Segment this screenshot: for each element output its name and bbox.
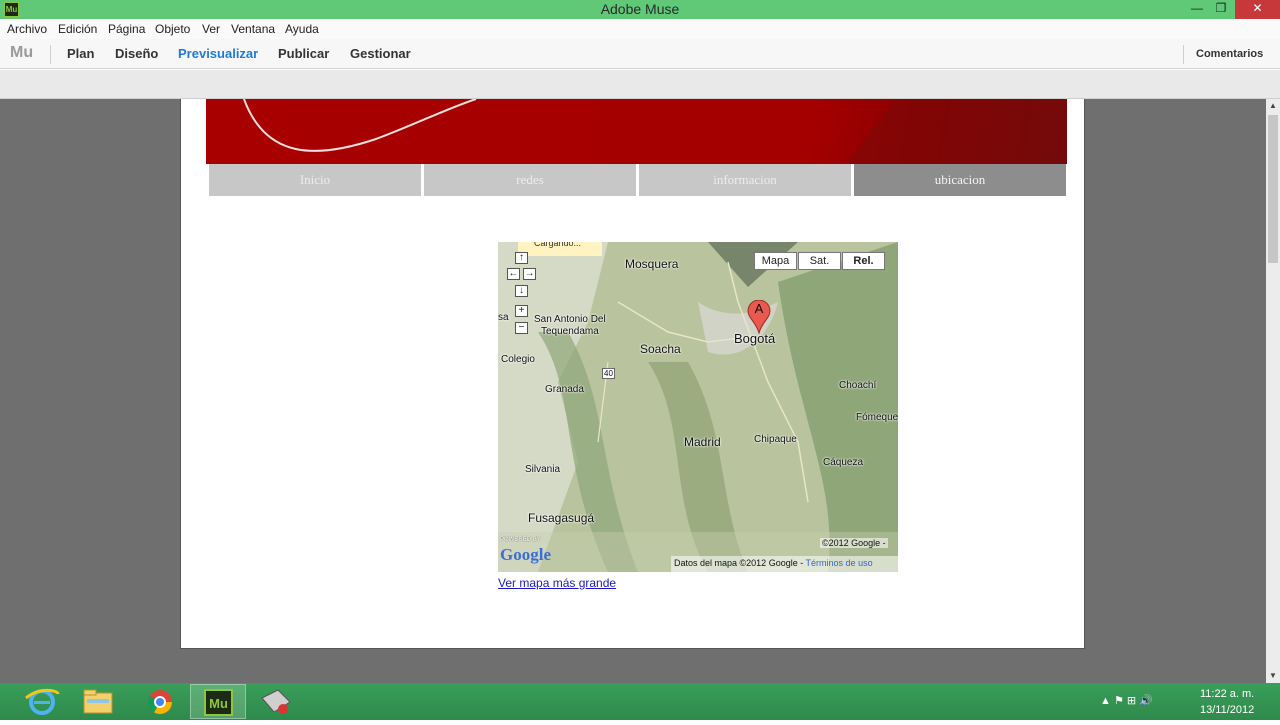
- folder-icon: [83, 689, 113, 714]
- map-loading-indicator: Cargando...: [518, 242, 602, 256]
- close-button[interactable]: ✕: [1235, 0, 1280, 19]
- muse-logo: Mu: [10, 44, 34, 61]
- google-logo[interactable]: Google: [500, 545, 551, 565]
- comments-button[interactable]: Comentarios: [1196, 48, 1263, 60]
- larger-map-link[interactable]: Ver mapa más grande: [498, 576, 616, 590]
- menu-bar: Archivo Edición Página Objeto Ver Ventan…: [0, 19, 1280, 39]
- system-tray-icons[interactable]: ▲ ⚑ ⊞ 🔊: [1100, 694, 1153, 707]
- map-type-sat-button[interactable]: Sat.: [798, 252, 841, 270]
- preview-subbar: [0, 70, 1280, 99]
- pan-up-icon[interactable]: ↑: [515, 252, 528, 264]
- clock-time[interactable]: 11:22 a. m.: [1200, 688, 1254, 700]
- place-label: San Antonio Del: [534, 314, 606, 325]
- tab-diseno[interactable]: Diseño: [115, 46, 158, 61]
- toolbar-divider: [50, 45, 51, 64]
- place-label: Fómeque: [856, 412, 898, 423]
- site-banner: [206, 99, 1067, 164]
- menu-ventana[interactable]: Ventana: [231, 22, 275, 36]
- minimize-button[interactable]: —: [1184, 0, 1210, 19]
- google-map[interactable]: Cargando... ↑ ← → ↓ + − Mapa Sat. Rel. M…: [498, 242, 898, 572]
- place-label: Tequendama: [541, 326, 599, 337]
- window-title: Adobe Muse: [600, 1, 680, 17]
- map-data-attribution: Datos del mapa ©2012 Google - Términos d…: [671, 556, 898, 572]
- map-data-text: Datos del mapa ©2012 Google -: [674, 558, 806, 568]
- nav-tab-ubicacion[interactable]: ubicacion: [854, 164, 1066, 196]
- place-label: sa: [498, 312, 509, 323]
- tab-gestionar[interactable]: Gestionar: [350, 46, 411, 61]
- pan-right-icon[interactable]: →: [523, 268, 536, 280]
- zoom-out-icon[interactable]: −: [515, 322, 528, 334]
- svg-text:Mu: Mu: [209, 696, 228, 711]
- map-type-rel-button[interactable]: Rel.: [842, 252, 885, 270]
- tab-previsualizar[interactable]: Previsualizar: [178, 46, 258, 61]
- terms-of-use-link[interactable]: Términos de uso: [806, 558, 873, 568]
- pan-down-icon[interactable]: ↓: [515, 285, 528, 297]
- menu-pagina[interactable]: Página: [108, 22, 145, 36]
- tab-publicar[interactable]: Publicar: [278, 46, 329, 61]
- marker-label: A: [754, 301, 764, 316]
- taskbar-internet-explorer[interactable]: [14, 684, 70, 719]
- route-shield: 40: [602, 368, 615, 379]
- place-label: Fusagasugá: [528, 511, 595, 525]
- menu-archivo[interactable]: Archivo: [7, 22, 47, 36]
- windows-taskbar: Mu ▲ ⚑ ⊞ 🔊 11:22 a. m. 13/11/2012: [0, 683, 1280, 720]
- app-icon: [261, 689, 291, 714]
- scroll-down-arrow-icon[interactable]: ▼: [1266, 669, 1280, 683]
- menu-edicion[interactable]: Edición: [58, 22, 97, 36]
- pan-left-icon[interactable]: ←: [507, 268, 520, 280]
- adobe-muse-icon: Mu: [204, 689, 233, 716]
- place-label: Soacha: [640, 342, 681, 356]
- place-label: Choachí: [839, 380, 877, 391]
- tab-plan[interactable]: Plan: [67, 46, 94, 61]
- nav-tab-inicio[interactable]: Inicio: [209, 164, 421, 196]
- site-navigation: Inicio redes informacion ubicacion: [209, 164, 1066, 196]
- map-copyright: ©2012 Google -: [820, 538, 888, 548]
- taskbar-other-app[interactable]: [248, 684, 304, 719]
- vertical-scrollbar[interactable]: ▲ ▼: [1266, 99, 1280, 683]
- taskbar-adobe-muse[interactable]: Mu: [190, 684, 246, 719]
- site-page: Inicio redes informacion ubicacion Carga…: [180, 99, 1085, 649]
- place-label: Colegio: [501, 354, 535, 365]
- scroll-up-arrow-icon[interactable]: ▲: [1266, 99, 1280, 113]
- taskbar-file-explorer[interactable]: [70, 684, 126, 719]
- place-label: Madrid: [684, 435, 721, 449]
- menu-ayuda[interactable]: Ayuda: [285, 22, 319, 36]
- location-marker-icon[interactable]: A: [747, 299, 771, 339]
- place-label: Chipaque: [754, 434, 797, 445]
- scrollbar-thumb[interactable]: [1268, 115, 1278, 263]
- taskbar-chrome[interactable]: [132, 684, 188, 719]
- place-label: Mosquera: [625, 257, 679, 271]
- title-bar: Mu Adobe Muse — ❐ ✕: [0, 0, 1280, 19]
- nav-tab-redes[interactable]: redes: [424, 164, 636, 196]
- internet-explorer-icon: [25, 688, 60, 715]
- restore-button[interactable]: ❐: [1208, 0, 1234, 19]
- menu-ver[interactable]: Ver: [202, 22, 220, 36]
- clock-date[interactable]: 13/11/2012: [1200, 704, 1254, 716]
- mode-toolbar: Mu Plan Diseño Previsualizar Publicar Ge…: [0, 39, 1280, 69]
- place-label: Granada: [545, 384, 584, 395]
- banner-swoosh: [243, 99, 1067, 164]
- nav-tab-informacion[interactable]: informacion: [639, 164, 851, 196]
- zoom-in-icon[interactable]: +: [515, 305, 528, 317]
- toolbar-divider: [1183, 45, 1184, 64]
- place-label: Silvania: [525, 464, 561, 475]
- chrome-icon: [147, 690, 172, 715]
- place-label: Cáqueza: [823, 457, 864, 468]
- powered-by-text: POWERED BY: [500, 537, 541, 543]
- map-type-mapa-button[interactable]: Mapa: [754, 252, 797, 270]
- preview-canvas: Inicio redes informacion ubicacion Carga…: [0, 99, 1266, 683]
- menu-objeto[interactable]: Objeto: [155, 22, 190, 36]
